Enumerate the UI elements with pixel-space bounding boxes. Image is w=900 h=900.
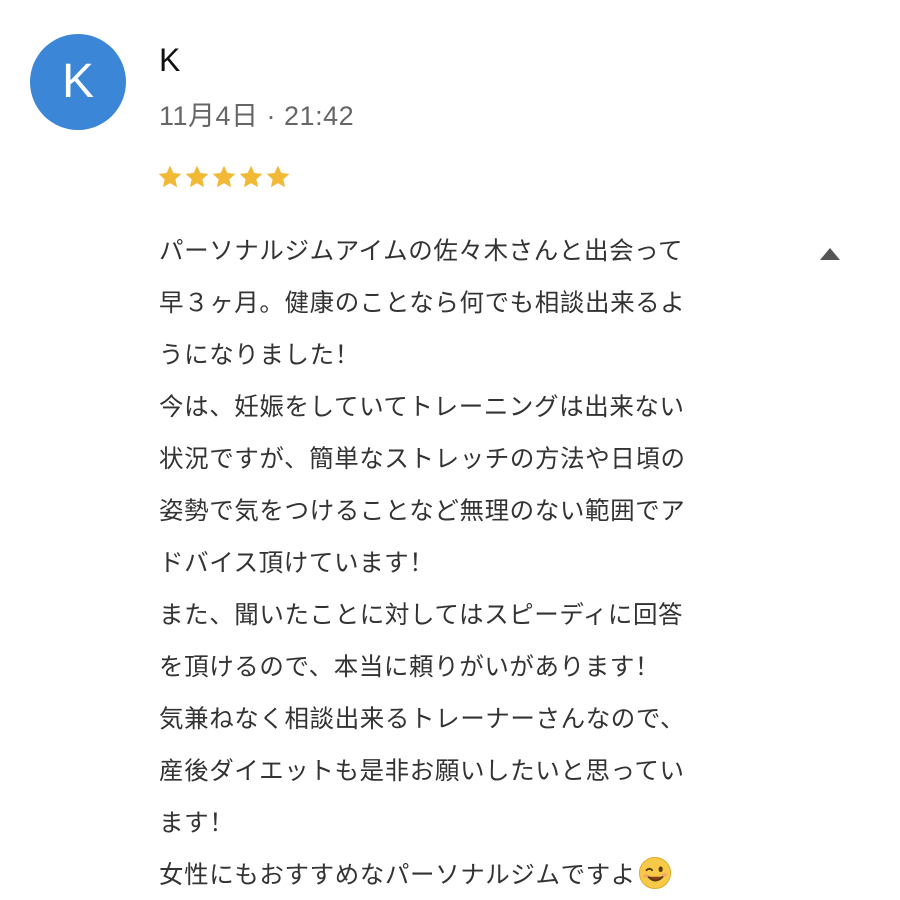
review-line-text: 気兼ねなく相談出来るトレーナーさんなので、	[159, 704, 686, 733]
review-line: 今は、妊娠をしていてトレーニングは出来ない	[159, 381, 759, 433]
review-line-text: 産後ダイエットも是非お願いしたいと思ってい	[159, 756, 685, 785]
review-line-text: を頂けるので、本当に頼りがいがあります！	[159, 652, 661, 681]
review-line-text: 姿勢で気をつけることなど無理のない範囲でア	[159, 496, 686, 525]
review-line: うになりました！	[159, 329, 759, 381]
review-line: ます！	[159, 797, 759, 849]
review-line-text: 女性にもおすすめなパーソナルジムですよ	[159, 860, 636, 889]
review-line: ドバイス頂けています！	[159, 537, 759, 589]
review-line: 早３ヶ月。健康のことなら何でも相談出来るよ	[159, 277, 759, 329]
review-timestamp: 11月4日 · 21:42	[159, 101, 355, 131]
review-card: K K 11月4日 · 21:42 パーソナルジムアイムの佐々木さんと出会って早…	[0, 0, 900, 900]
review-text: パーソナルジムアイムの佐々木さんと出会って 早３ヶ月。健康のことなら何でも相談出来…	[159, 225, 759, 900]
star-icon	[239, 165, 263, 188]
star-icon	[158, 165, 182, 188]
review-line-text: また、聞いたことに対してはスピーディに回答	[159, 600, 684, 629]
review-line: また、聞いたことに対してはスピーディに回答	[159, 589, 759, 641]
review-line-text: 状況ですが、簡単なストレッチの方法や日頃の	[159, 444, 686, 473]
avatar-initial: K	[61, 55, 94, 108]
review-line-text: 今は、妊娠をしていてトレーニングは出来ない	[159, 392, 685, 421]
star-icon	[185, 165, 209, 188]
avatar[interactable]: K	[30, 34, 126, 130]
review-line: 姿勢で気をつけることなど無理のない範囲でア	[159, 485, 759, 537]
review-line: パーソナルジムアイムの佐々木さんと出会って	[159, 225, 759, 277]
star-rating	[157, 164, 291, 190]
review-line-text: パーソナルジムアイムの佐々木さんと出会って	[159, 236, 684, 265]
star-icon	[266, 165, 290, 188]
reviewer-name[interactable]: K	[159, 40, 180, 80]
winking-face-icon	[638, 856, 671, 890]
review-line-text: ドバイス頂けています！	[159, 548, 435, 577]
review-line-text: 早３ヶ月。健康のことなら何でも相談出来るよ	[159, 288, 686, 317]
review-line: を頂けるので、本当に頼りがいがあります！	[159, 641, 759, 693]
triangle-up-icon[interactable]	[819, 247, 841, 261]
review-line: 産後ダイエットも是非お願いしたいと思ってい	[159, 745, 759, 797]
review-line-text: ます！	[159, 808, 235, 837]
star-icon	[212, 165, 236, 188]
review-line: 女性にもおすすめなパーソナルジムですよ	[159, 849, 759, 900]
review-line-text: うになりました！	[159, 340, 360, 369]
review-line: 気兼ねなく相談出来るトレーナーさんなので、	[159, 693, 759, 745]
review-line: 状況ですが、簡単なストレッチの方法や日頃の	[159, 433, 759, 485]
